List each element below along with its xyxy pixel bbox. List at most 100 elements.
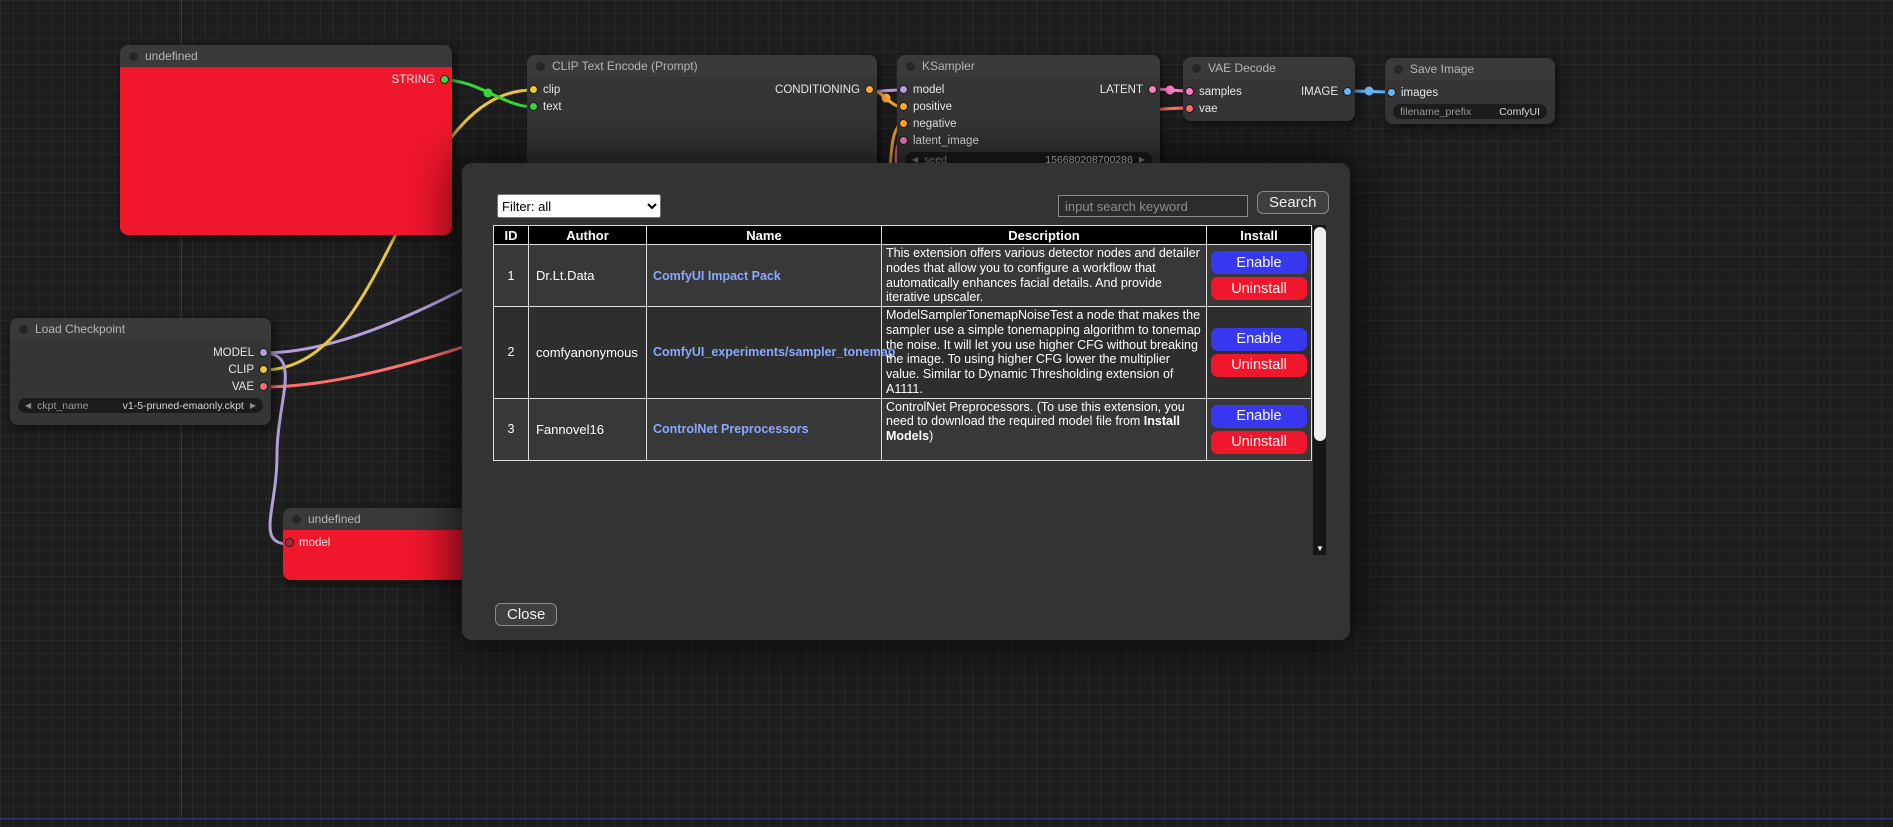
search-button[interactable]: Search <box>1257 191 1329 214</box>
extension-table-area: ID Author Name Description Install 1 Dr.… <box>493 225 1326 555</box>
uninstall-button[interactable]: Uninstall <box>1211 277 1307 300</box>
node-undefined-bottom[interactable]: undefined model <box>283 508 473 580</box>
node-title-bar[interactable]: Save Image <box>1385 58 1555 80</box>
input-slot-clip[interactable]: clip <box>527 84 560 96</box>
node-title-bar[interactable]: KSampler <box>897 55 1160 77</box>
input-slot-model[interactable]: model <box>897 84 944 96</box>
widget-value: v1-5-pruned-emaonly.ckpt <box>123 400 244 412</box>
scrollbar-down-arrow-icon[interactable]: ▼ <box>1313 544 1327 553</box>
filename-prefix-widget[interactable]: filename_prefix ComfyUI <box>1393 104 1547 119</box>
input-dot-clip[interactable] <box>529 85 538 94</box>
manager-dialog: Filter: all Search ID Author Name Descri… <box>462 163 1350 640</box>
node-title: KSampler <box>922 59 975 73</box>
input-slot-samples[interactable]: samples <box>1183 86 1242 98</box>
input-slot-model[interactable]: model <box>283 537 330 549</box>
column-header-id: ID <box>494 226 529 245</box>
filter-dropdown[interactable]: Filter: all <box>497 194 661 218</box>
extension-link[interactable]: ControlNet Preprocessors <box>653 422 809 436</box>
description-text: ControlNet Preprocessors. (To use this e… <box>886 400 1185 429</box>
previous-arrow-icon[interactable]: ◀ <box>25 398 31 413</box>
collapse-dot-icon[interactable] <box>906 62 915 71</box>
uninstall-button[interactable]: Uninstall <box>1211 431 1307 454</box>
output-slot-image[interactable]: IMAGE <box>1301 86 1355 98</box>
input-dot-negative[interactable] <box>899 119 908 128</box>
node-clip-text-encode[interactable]: CLIP Text Encode (Prompt) clip CONDITION… <box>527 55 877 175</box>
output-slot-conditioning[interactable]: CONDITIONING <box>775 84 877 96</box>
collapse-dot-icon[interactable] <box>1394 65 1403 74</box>
node-title: VAE Decode <box>1208 61 1276 75</box>
output-dot-conditioning[interactable] <box>865 85 874 94</box>
column-header-name: Name <box>647 226 882 245</box>
input-slot-negative[interactable]: negative <box>897 118 956 130</box>
output-slot-clip[interactable]: CLIP <box>228 364 271 376</box>
table-scrollbar[interactable]: ▼ <box>1313 225 1326 555</box>
node-title: CLIP Text Encode (Prompt) <box>552 59 698 73</box>
enable-button[interactable]: Enable <box>1211 328 1307 351</box>
node-load-checkpoint[interactable]: Load Checkpoint MODEL CLIP VAE <box>10 318 271 425</box>
widget-label: ckpt_name <box>37 400 88 412</box>
input-dot-images[interactable] <box>1387 88 1396 97</box>
node-vae-decode[interactable]: VAE Decode samples IMAGE vae <box>1183 57 1355 121</box>
node-graph-canvas[interactable]: undefined STRING CLIP Text Encode (Promp… <box>0 0 1893 827</box>
input-dot-positive[interactable] <box>899 102 908 111</box>
output-slot-model[interactable]: MODEL <box>213 347 271 359</box>
output-slot-vae[interactable]: VAE <box>232 381 271 393</box>
collapse-dot-icon[interactable] <box>129 52 138 61</box>
node-title-bar[interactable]: VAE Decode <box>1183 57 1355 79</box>
input-slot-images[interactable]: images <box>1385 87 1438 99</box>
output-dot-vae[interactable] <box>259 382 268 391</box>
node-title: Load Checkpoint <box>35 322 125 336</box>
node-title-bar[interactable]: undefined <box>283 508 473 530</box>
collapse-dot-icon[interactable] <box>1192 64 1201 73</box>
input-dot-vae[interactable] <box>1185 104 1194 113</box>
extension-link[interactable]: ComfyUI Impact Pack <box>653 269 781 283</box>
input-slot-text[interactable]: text <box>527 101 562 113</box>
input-dot-model[interactable] <box>285 538 294 547</box>
description-text: ) <box>929 429 933 443</box>
column-header-install: Install <box>1207 226 1312 245</box>
output-dot-string[interactable] <box>440 75 449 84</box>
node-title: undefined <box>308 512 361 526</box>
input-dot-samples[interactable] <box>1185 87 1194 96</box>
table-header-row: ID Author Name Description Install <box>494 226 1312 245</box>
output-dot-image[interactable] <box>1343 87 1352 96</box>
collapse-dot-icon[interactable] <box>536 62 545 71</box>
output-dot-model[interactable] <box>259 348 268 357</box>
input-slot-latent-image[interactable]: latent_image <box>897 135 979 147</box>
node-title-bar[interactable]: Load Checkpoint <box>10 318 271 340</box>
node-save-image[interactable]: Save Image images filename_prefix ComfyU… <box>1385 58 1555 124</box>
extension-table: ID Author Name Description Install 1 Dr.… <box>493 225 1312 461</box>
ckpt-name-widget[interactable]: ◀ ckpt_name v1-5-pruned-emaonly.ckpt ▶ <box>18 398 263 413</box>
collapse-dot-icon[interactable] <box>19 325 28 334</box>
enable-button[interactable]: Enable <box>1211 251 1307 274</box>
widget-label: filename_prefix <box>1400 106 1471 118</box>
output-slot-string[interactable]: STRING <box>392 74 452 86</box>
node-ksampler[interactable]: KSampler model LATENT positive <box>897 55 1160 175</box>
collapse-dot-icon[interactable] <box>292 515 301 524</box>
table-row: 2 comfyanonymous ComfyUI_experiments/sam… <box>494 307 1312 399</box>
input-slot-positive[interactable]: positive <box>897 101 952 113</box>
input-slot-vae[interactable]: vae <box>1183 103 1218 115</box>
output-dot-latent[interactable] <box>1148 85 1157 94</box>
node-title-bar[interactable]: CLIP Text Encode (Prompt) <box>527 55 877 77</box>
node-title: undefined <box>145 49 198 63</box>
widget-value: ComfyUI <box>1499 106 1540 118</box>
node-title-bar[interactable]: undefined <box>120 45 452 67</box>
extension-link[interactable]: ComfyUI_experiments/sampler_tonemap <box>653 345 895 359</box>
column-header-description: Description <box>882 226 1207 245</box>
next-arrow-icon[interactable]: ▶ <box>250 398 256 413</box>
input-dot-model[interactable] <box>899 85 908 94</box>
scrollbar-thumb[interactable] <box>1314 227 1326 441</box>
uninstall-button[interactable]: Uninstall <box>1211 354 1307 377</box>
table-row: 1 Dr.Lt.Data ComfyUI Impact Pack This ex… <box>494 245 1312 307</box>
output-slot-latent[interactable]: LATENT <box>1100 84 1160 96</box>
close-button[interactable]: Close <box>495 603 557 626</box>
output-dot-clip[interactable] <box>259 365 268 374</box>
node-undefined-top[interactable]: undefined STRING <box>120 45 452 235</box>
search-input[interactable] <box>1058 195 1248 217</box>
input-dot-text[interactable] <box>529 102 538 111</box>
node-title: Save Image <box>1410 62 1474 76</box>
table-row: 3 Fannovel16 ControlNet Preprocessors Co… <box>494 398 1312 460</box>
enable-button[interactable]: Enable <box>1211 405 1307 428</box>
input-dot-latent-image[interactable] <box>899 136 908 145</box>
